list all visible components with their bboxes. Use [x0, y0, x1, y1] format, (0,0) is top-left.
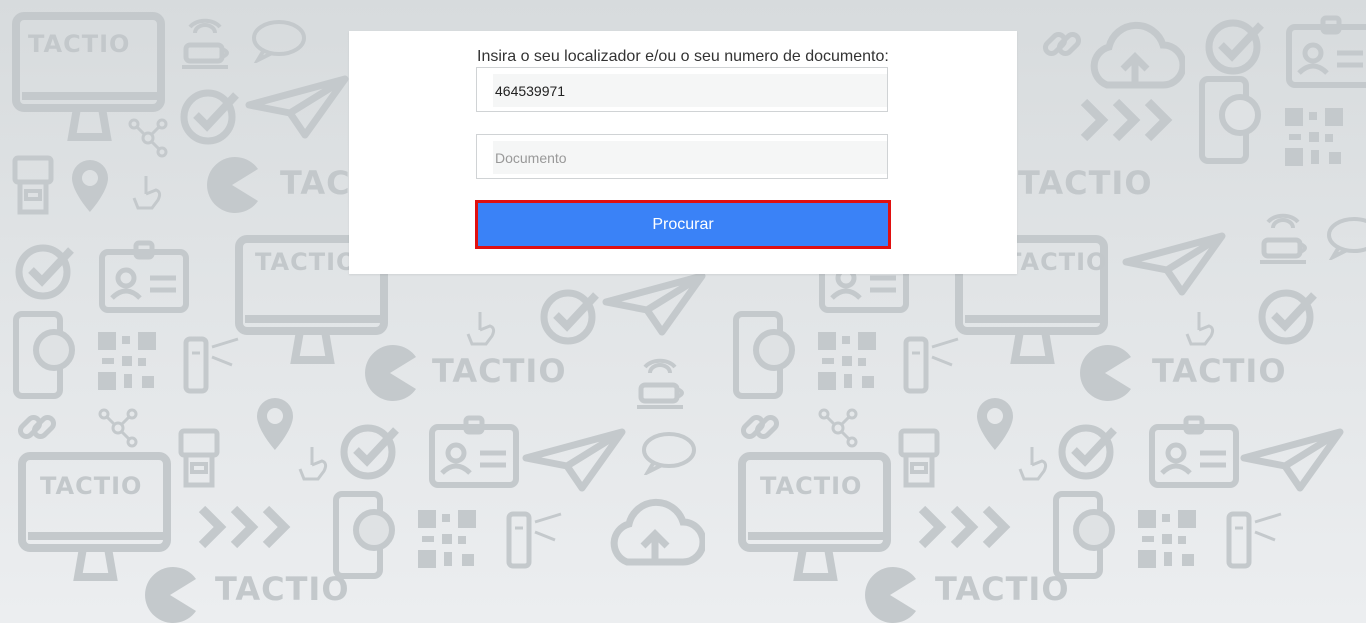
background-brand-text: TACTIO: [1152, 352, 1287, 390]
background-brand-text: TACTIO: [432, 352, 567, 390]
search-card: Insira o seu localizador e/ou o seu nume…: [349, 31, 1017, 274]
paper-plane-icon: [245, 75, 349, 139]
chat-bubble-icon: [1327, 217, 1366, 260]
phone-chat-icon: [1053, 491, 1115, 579]
pacman-icon: [865, 567, 916, 623]
procurar-button[interactable]: Procurar: [475, 200, 891, 249]
background-brand-text: TACTIO: [40, 472, 143, 500]
background-brand-text: TACTIO: [215, 570, 350, 608]
card-reader-icon: [903, 336, 959, 394]
id-card-icon: [99, 240, 189, 313]
background-brand-text: TACTIO: [1005, 248, 1108, 276]
id-card-icon: [1286, 15, 1366, 88]
checkmark-icon: [540, 289, 599, 345]
paper-plane-icon: [522, 428, 626, 492]
hand-touch-icon: [1018, 447, 1048, 481]
kiosk-icon: [12, 155, 54, 215]
network-icon: [98, 408, 138, 448]
link-icon: [17, 414, 57, 440]
background-brand-text: TACTIO: [28, 30, 131, 58]
paper-plane-icon: [602, 272, 706, 336]
location-pin-icon: [257, 398, 293, 450]
coffee-cup-icon: [637, 358, 684, 409]
pacman-icon: [1080, 345, 1131, 401]
phone-chat-icon: [333, 491, 395, 579]
background-brand-text: TACTIO: [1018, 164, 1153, 202]
paper-plane-icon: [1240, 428, 1344, 492]
link-icon: [740, 414, 780, 440]
hand-touch-icon: [132, 176, 162, 210]
hand-touch-icon: [466, 312, 496, 346]
card-reader-icon: [506, 511, 562, 569]
localizador-field: [476, 67, 888, 112]
location-pin-icon: [72, 160, 108, 212]
card-reader-icon: [1226, 511, 1282, 569]
procurar-button-label: Procurar: [652, 215, 714, 233]
phone-chat-icon: [13, 311, 75, 399]
checkmark-icon: [180, 89, 239, 145]
pacman-icon: [365, 345, 416, 401]
search-prompt-label: Insira o seu localizador e/ou o seu nume…: [477, 48, 889, 65]
id-card-icon: [429, 415, 519, 488]
checkmark-icon: [1205, 19, 1264, 75]
pacman-icon: [207, 157, 258, 213]
hand-touch-icon: [1185, 312, 1215, 346]
link-icon: [1042, 31, 1082, 57]
location-pin-icon: [977, 398, 1013, 450]
phone-chat-icon: [1199, 76, 1261, 164]
chevrons-icon: [918, 505, 1011, 549]
qr-code-icon: [1138, 510, 1196, 568]
kiosk-icon: [898, 428, 940, 488]
id-card-icon: [1149, 415, 1239, 488]
checkmark-icon: [15, 244, 74, 300]
chat-bubble-icon: [252, 20, 306, 63]
background-brand-text: TACTIO: [255, 248, 358, 276]
qr-code-icon: [98, 332, 156, 390]
hand-touch-icon: [298, 447, 328, 481]
network-icon: [128, 118, 168, 158]
checkmark-icon: [1258, 289, 1317, 345]
network-icon: [818, 408, 858, 448]
checkmark-icon: [340, 424, 399, 480]
cloud-upload-icon: [610, 498, 705, 566]
chevrons-icon: [198, 505, 291, 549]
phone-chat-icon: [733, 311, 795, 399]
coffee-cup-icon: [1260, 213, 1307, 264]
qr-code-icon: [818, 332, 876, 390]
chat-bubble-icon: [642, 432, 696, 475]
paper-plane-icon: [1122, 232, 1226, 296]
localizador-input[interactable]: [493, 74, 887, 107]
documento-input-wrapper: [493, 141, 887, 174]
documento-input[interactable]: [493, 141, 887, 174]
background-brand-text: TACTIO: [935, 570, 1070, 608]
qr-code-icon: [1285, 108, 1343, 166]
chevrons-icon: [1080, 98, 1173, 142]
kiosk-icon: [178, 428, 220, 488]
qr-code-icon: [418, 510, 476, 568]
documento-field: [476, 134, 888, 179]
card-reader-icon: [183, 336, 239, 394]
cloud-upload-icon: [1090, 21, 1185, 89]
pacman-icon: [145, 567, 196, 623]
background-brand-text: TACTIO: [760, 472, 863, 500]
coffee-cup-icon: [182, 18, 229, 69]
localizador-input-wrapper: [493, 74, 887, 107]
checkmark-icon: [1058, 424, 1117, 480]
